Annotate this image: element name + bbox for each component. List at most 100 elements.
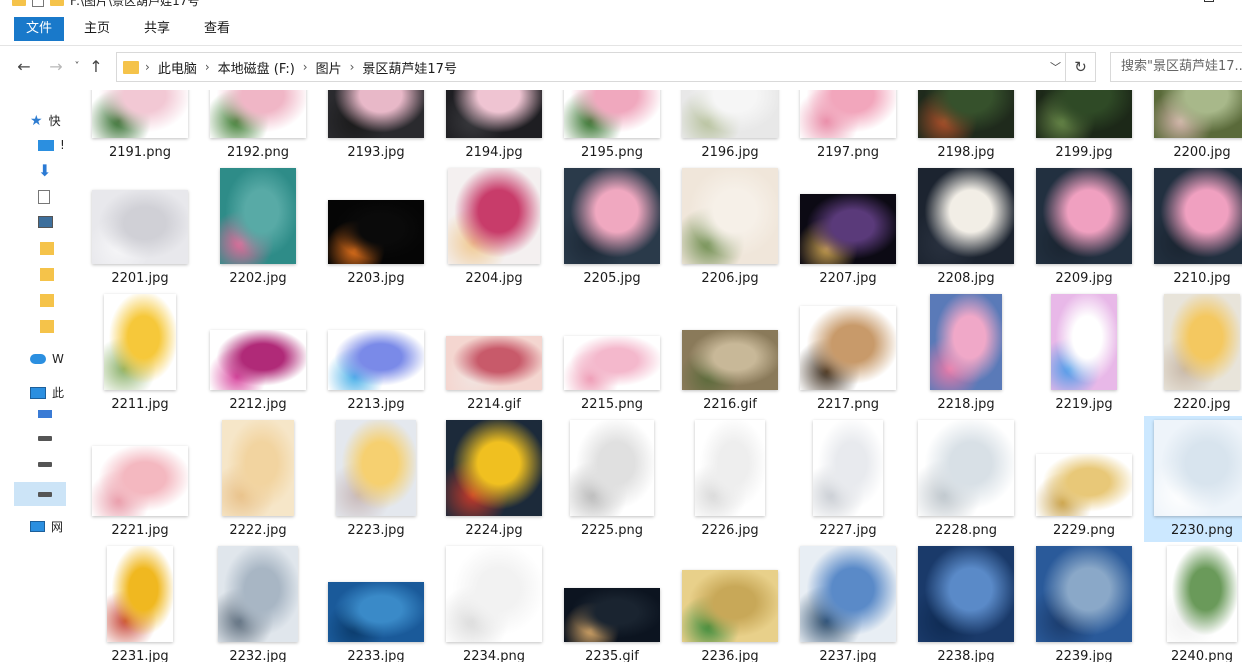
download-icon: ⬇ [38, 161, 52, 180]
file-item[interactable]: 2214.gif [436, 290, 552, 416]
file-item[interactable]: 2208.jpg [908, 164, 1024, 290]
file-item[interactable]: 2199.jpg [1026, 90, 1142, 164]
sidebar-item-drive[interactable] [38, 436, 52, 441]
file-item[interactable]: 2191.png [82, 90, 198, 164]
tab-file[interactable]: 文件 [14, 16, 65, 41]
refresh-icon[interactable]: ↻ [1065, 53, 1095, 81]
file-item[interactable]: 2209.jpg [1026, 164, 1142, 290]
sidebar-item-drive-c[interactable] [38, 410, 52, 418]
file-item[interactable]: 2224.jpg [436, 416, 552, 542]
file-item[interactable]: 2231.jpg [82, 542, 198, 662]
file-item[interactable]: 2234.png [436, 542, 552, 662]
file-item[interactable]: 2198.jpg [908, 90, 1024, 164]
maximize-icon[interactable] [1204, 0, 1214, 2]
sidebar-item-pictures[interactable] [38, 216, 53, 228]
file-item[interactable]: 2230.png [1144, 416, 1242, 542]
sidebar-item-folder[interactable] [40, 320, 54, 333]
file-thumbnail [1154, 168, 1242, 264]
file-item[interactable]: 2220.jpg [1144, 290, 1242, 416]
tab-view[interactable]: 查看 [190, 17, 244, 41]
file-item[interactable]: 2192.png [200, 90, 316, 164]
breadcrumb-this-pc[interactable]: 此电脑 [158, 58, 197, 77]
file-item[interactable]: 2217.png [790, 290, 906, 416]
file-item[interactable]: 2202.jpg [200, 164, 316, 290]
sidebar-item-network[interactable]: 网 [30, 518, 63, 535]
file-item[interactable]: 2240.png [1144, 542, 1242, 662]
new-folder-icon[interactable] [50, 0, 64, 6]
sidebar-item-quick-access[interactable]: ★ 快 [30, 112, 61, 129]
chevron-down-icon[interactable]: ﹀ [1050, 59, 1061, 75]
sidebar-item-onedrive[interactable]: W [30, 352, 64, 366]
file-item[interactable]: 2216.gif [672, 290, 788, 416]
chevron-right-icon[interactable]: › [145, 60, 150, 74]
file-thumbnail [800, 194, 896, 264]
file-item[interactable]: 2238.jpg [908, 542, 1024, 662]
file-item[interactable]: 2225.png [554, 416, 670, 542]
file-item[interactable]: 2228.png [908, 416, 1024, 542]
file-item[interactable]: 2215.png [554, 290, 670, 416]
breadcrumb-drive-f[interactable]: 本地磁盘 (F:) [218, 58, 295, 77]
file-name: 2237.jpg [819, 649, 877, 662]
file-item[interactable]: 2229.png [1026, 416, 1142, 542]
tab-share[interactable]: 共享 [130, 17, 184, 41]
file-item[interactable]: 2239.jpg [1026, 542, 1142, 662]
chevron-right-icon[interactable]: › [205, 60, 210, 74]
file-item[interactable]: 2237.jpg [790, 542, 906, 662]
file-item[interactable]: 2205.jpg [554, 164, 670, 290]
file-name: 2195.png [581, 145, 643, 160]
file-item[interactable]: 2213.jpg [318, 290, 434, 416]
file-name: 2206.jpg [701, 271, 759, 286]
file-item[interactable]: 2212.jpg [200, 290, 316, 416]
file-item[interactable]: 2204.jpg [436, 164, 552, 290]
address-bar[interactable]: › 此电脑 › 本地磁盘 (F:) › 图片 › 景区葫芦娃17号 ﹀ ↻ [116, 52, 1096, 82]
sidebar-item-this-pc[interactable]: 此 [30, 384, 64, 401]
file-item[interactable]: 2218.jpg [908, 290, 1024, 416]
file-thumbnail [1036, 168, 1132, 264]
properties-icon[interactable] [32, 0, 44, 7]
file-thumbnail [682, 570, 778, 642]
file-item[interactable]: 2223.jpg [318, 416, 434, 542]
sidebar-item-downloads[interactable]: ⬇ [38, 161, 52, 180]
file-thumbnail [800, 306, 896, 390]
file-item[interactable]: 2201.jpg [82, 164, 198, 290]
sidebar-item-drive-f[interactable] [14, 482, 66, 506]
up-button[interactable]: ↑ [84, 57, 108, 76]
file-item[interactable]: 2210.jpg [1144, 164, 1242, 290]
file-item[interactable]: 2206.jpg [672, 164, 788, 290]
file-item[interactable]: 2221.jpg [82, 416, 198, 542]
file-item[interactable]: 2207.jpg [790, 164, 906, 290]
sidebar-item-folder[interactable] [40, 268, 54, 281]
file-item[interactable]: 2235.gif [554, 542, 670, 662]
file-item[interactable]: 2219.jpg [1026, 290, 1142, 416]
file-item[interactable]: 2211.jpg [82, 290, 198, 416]
file-item[interactable]: 2203.jpg [318, 164, 434, 290]
recent-locations-button[interactable]: ˅ [70, 61, 84, 72]
file-item[interactable]: 2197.png [790, 90, 906, 164]
sidebar-item-folder[interactable] [40, 294, 54, 307]
file-item[interactable]: 2194.jpg [436, 90, 552, 164]
file-item[interactable]: 2236.jpg [672, 542, 788, 662]
tab-home[interactable]: 主页 [70, 17, 124, 41]
breadcrumb-pictures[interactable]: 图片 [316, 58, 342, 77]
file-item[interactable]: 2222.jpg [200, 416, 316, 542]
search-input[interactable]: 搜索"景区葫芦娃17... [1110, 52, 1242, 82]
sidebar-item-desktop[interactable]: ! [38, 138, 65, 152]
file-item[interactable]: 2193.jpg [318, 90, 434, 164]
file-item[interactable]: 2196.jpg [672, 90, 788, 164]
sidebar-item-folder[interactable] [40, 242, 54, 255]
file-item[interactable]: 2200.jpg [1144, 90, 1242, 164]
sidebar-item-documents[interactable] [38, 190, 50, 204]
file-item[interactable]: 2195.png [554, 90, 670, 164]
file-name: 2230.png [1171, 523, 1233, 538]
chevron-right-icon[interactable]: › [303, 60, 308, 74]
file-item[interactable]: 2226.jpg [672, 416, 788, 542]
breadcrumb-current-folder[interactable]: 景区葫芦娃17号 [362, 58, 457, 77]
forward-button[interactable]: → [44, 57, 68, 76]
back-button[interactable]: ← [12, 57, 36, 76]
folder-icon [40, 268, 54, 281]
file-item[interactable]: 2227.jpg [790, 416, 906, 542]
sidebar-item-drive[interactable] [38, 462, 52, 467]
file-item[interactable]: 2233.jpg [318, 542, 434, 662]
file-item[interactable]: 2232.jpg [200, 542, 316, 662]
chevron-right-icon[interactable]: › [350, 60, 355, 74]
